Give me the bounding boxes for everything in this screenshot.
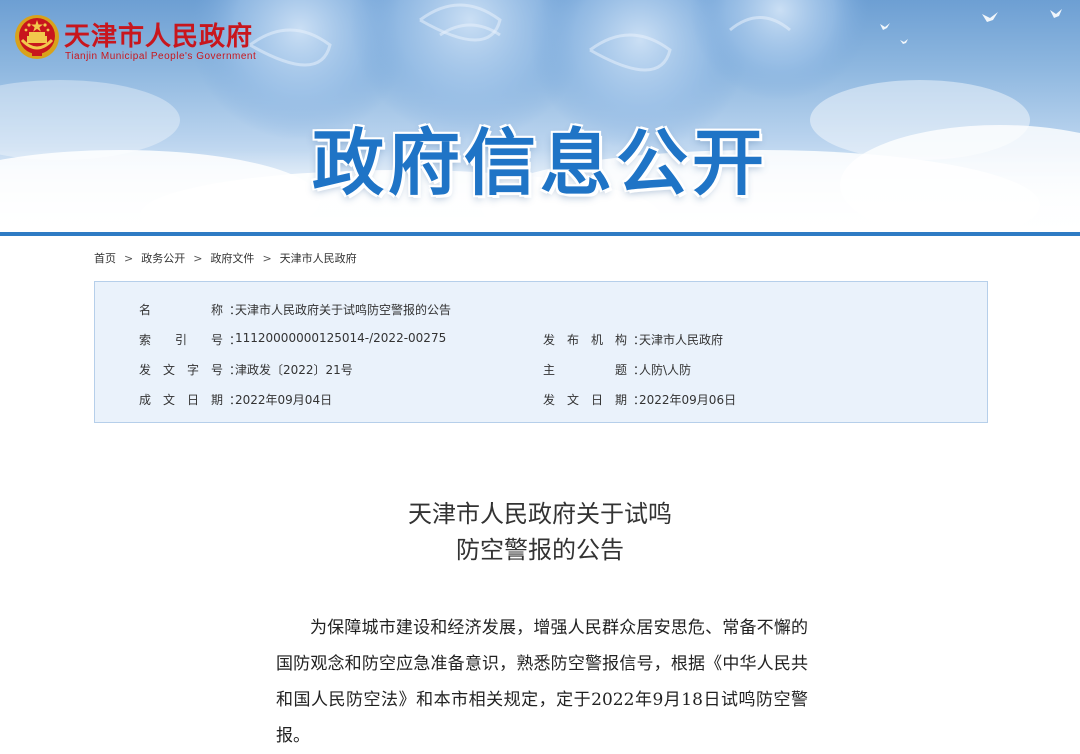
meta-label-name: 名称 (139, 303, 223, 317)
breadcrumb-home[interactable]: 首页 (94, 252, 116, 265)
meta-value-subject: 人防\人防 (639, 363, 692, 377)
meta-value-index: 11120000000125014-/2022-00275 (235, 331, 447, 345)
article-title-line-2: 防空警报的公告 (456, 536, 624, 564)
breadcrumb-tianjin-gov[interactable]: 天津市人民政府 (280, 252, 357, 265)
meta-label-subject: 主题 (543, 363, 627, 377)
meta-label-doc-number: 发文字号 (139, 363, 223, 377)
document-metadata-panel: 名称 ： 天津市人民政府关于试鸣防空警报的公告 索引号 ： 1112000000… (94, 281, 988, 423)
article-title-line-1: 天津市人民政府关于试鸣 (408, 500, 672, 528)
logo-english-name: Tianjin Municipal People's Government (65, 51, 257, 62)
logo-chinese-name: 天津市人民政府 (64, 22, 254, 52)
site-logo[interactable]: 天津市人民政府 Tianjin Municipal People's Gover… (14, 14, 314, 66)
breadcrumb-separator: > (124, 252, 134, 265)
header-banner: 天津市人民政府 Tianjin Municipal People's Gover… (0, 0, 1080, 232)
meta-value-doc-number: 津政发〔2022〕21号 (235, 363, 353, 377)
breadcrumb-separator: > (262, 252, 272, 265)
meta-label-issued-date: 发文日期 (543, 393, 627, 407)
meta-label-index: 索引号 (139, 333, 223, 347)
banner-divider (0, 232, 1080, 236)
national-emblem-icon (15, 15, 59, 59)
breadcrumb-separator: > (193, 252, 203, 265)
meta-label-created-date: 成文日期 (139, 393, 223, 407)
meta-value-name: 天津市人民政府关于试鸣防空警报的公告 (235, 303, 452, 317)
article-paragraph: 为保障城市建设和经济发展，增强人民群众居安思危、常备不懈的国防观念和防空应急准备… (276, 618, 808, 746)
meta-label-issuer: 发布机构 (543, 333, 627, 347)
meta-value-created-date: 2022年09月04日 (235, 393, 333, 407)
meta-value-issued-date: 2022年09月06日 (639, 393, 737, 407)
article-title: 天津市人民政府关于试鸣 防空警报的公告 (0, 496, 1080, 568)
breadcrumb-gov-affairs[interactable]: 政务公开 (141, 252, 185, 265)
banner-title: 政府信息公开 (311, 121, 768, 205)
breadcrumb-gov-documents[interactable]: 政府文件 (210, 252, 254, 265)
meta-value-issuer: 天津市人民政府 (639, 333, 724, 347)
breadcrumb: 首页 > 政务公开 > 政府文件 > 天津市人民政府 (94, 250, 357, 266)
